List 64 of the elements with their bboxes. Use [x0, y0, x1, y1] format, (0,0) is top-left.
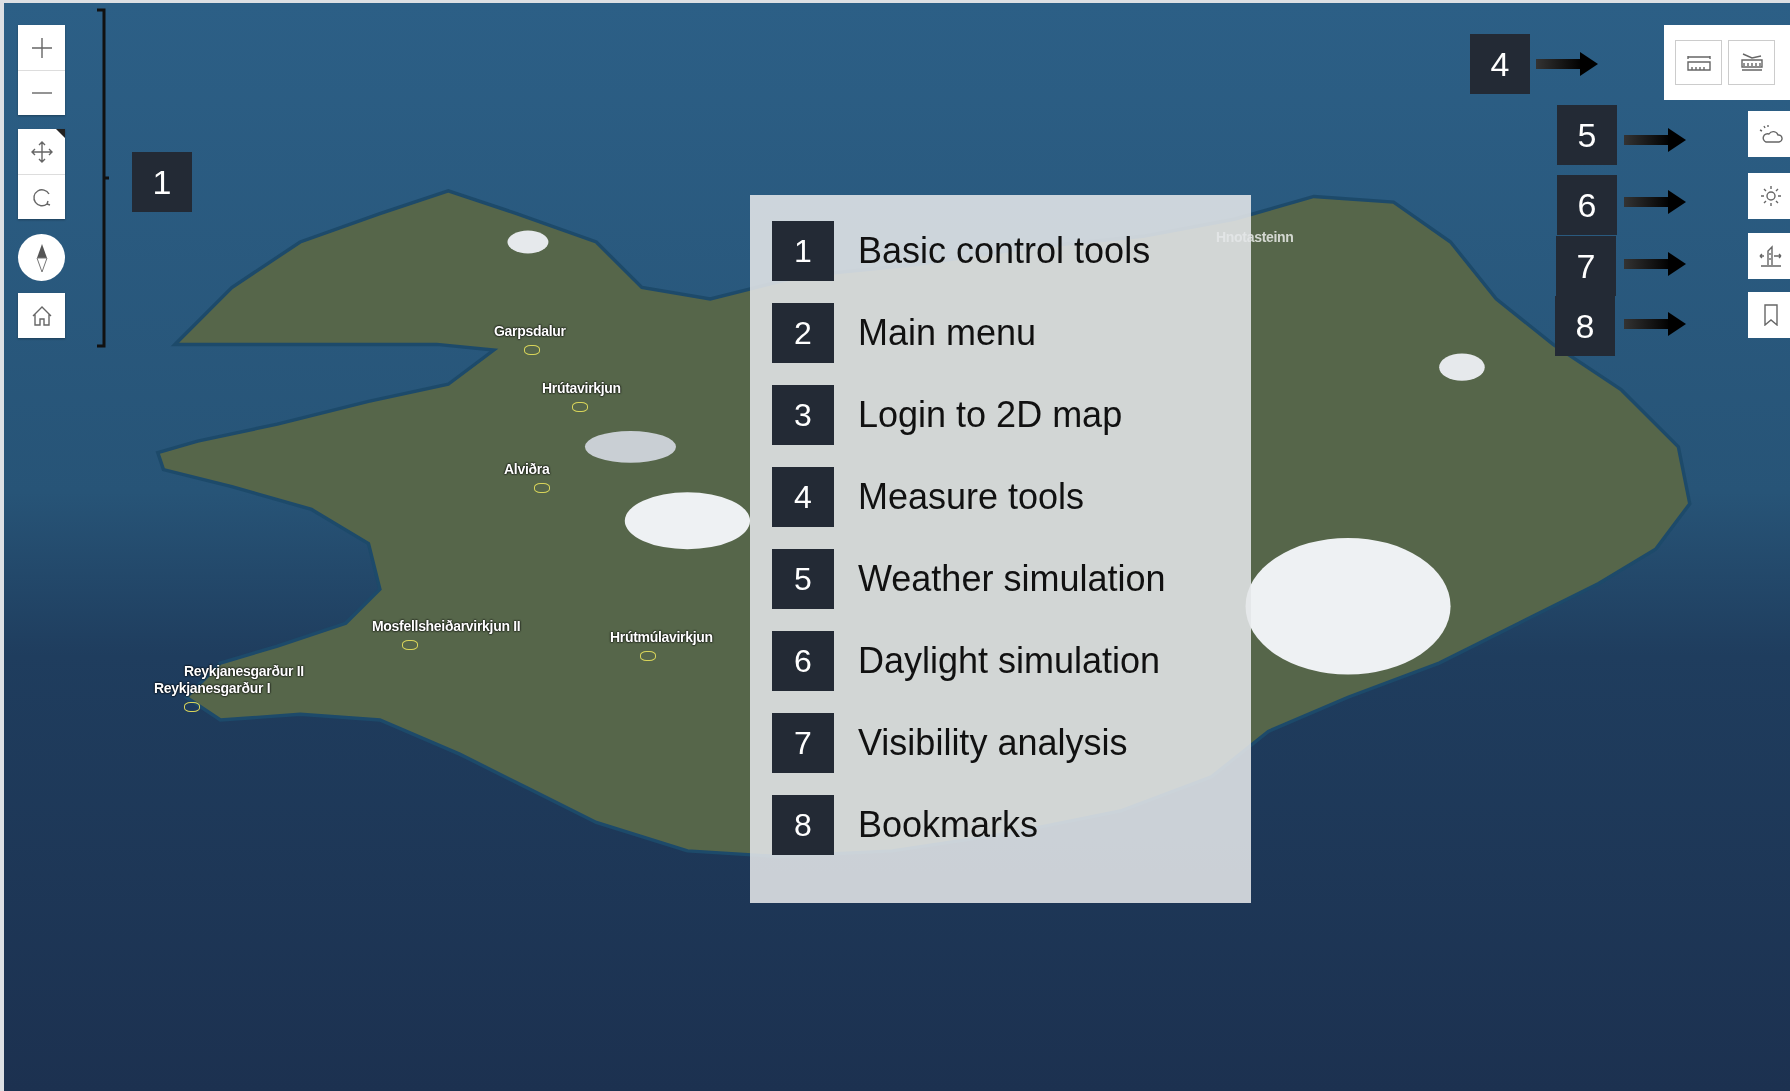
legend-number: 3 — [772, 385, 834, 445]
zoom-in-icon — [30, 36, 53, 59]
area-measure-button[interactable] — [1728, 40, 1775, 85]
home-icon — [30, 304, 53, 327]
callout-number: 1 — [132, 152, 192, 212]
legend-label: Basic control tools — [858, 230, 1151, 272]
sun-icon — [1760, 185, 1782, 207]
callout-number: 7 — [1556, 236, 1616, 296]
place-label: Garpsdalur — [494, 323, 566, 339]
callout-number: 5 — [1557, 105, 1617, 165]
site-outline-icon — [640, 651, 656, 661]
bookmarks-button[interactable] — [1748, 292, 1790, 338]
legend-label: Weather simulation — [858, 558, 1166, 600]
legend-number: 1 — [772, 221, 834, 281]
callout-number: 8 — [1555, 296, 1615, 356]
legend-number: 6 — [772, 631, 834, 691]
legend-number: 5 — [772, 549, 834, 609]
snow-patch — [1439, 353, 1485, 381]
pointer-arrow — [1536, 52, 1598, 76]
pointer-arrow — [1624, 312, 1686, 336]
legend-number: 8 — [772, 795, 834, 855]
place-label: Hrútavirkjun — [542, 380, 621, 396]
legend-label: Measure tools — [858, 476, 1085, 518]
place-label: Mosfellsheiðarvirkjun II — [372, 618, 521, 634]
site-outline-icon — [402, 640, 418, 650]
pointer-arrow — [1624, 128, 1686, 152]
zoom-in-button[interactable] — [18, 25, 65, 70]
legend-number: 2 — [772, 303, 834, 363]
snow-patch — [507, 230, 549, 254]
zoom-out-icon — [30, 91, 53, 95]
legend-label: Main menu — [858, 312, 1037, 354]
legend-label: Login to 2D map — [858, 394, 1123, 436]
legend-number: 7 — [772, 713, 834, 773]
legend-number: 4 — [772, 467, 834, 527]
home-button[interactable] — [18, 293, 65, 338]
legend-label: Bookmarks — [858, 804, 1039, 846]
place-label: Alviðra — [504, 461, 550, 477]
place-label: Reykjanesgarður II — [184, 663, 304, 679]
ruler-icon — [1686, 54, 1711, 71]
move-arrows-icon — [30, 140, 53, 163]
compass-button[interactable] — [18, 234, 65, 281]
rotate-button[interactable] — [18, 174, 65, 219]
site-outline-icon — [572, 402, 588, 412]
place-label: Reykjanesgarður I — [154, 680, 271, 696]
callout-number: 4 — [1470, 34, 1530, 94]
distance-measure-button[interactable] — [1675, 40, 1722, 85]
legend-label: Visibility analysis — [858, 722, 1128, 764]
pointer-arrow — [1624, 190, 1686, 214]
site-outline-icon — [524, 345, 540, 355]
bookmark-icon — [1763, 304, 1779, 326]
pan-button[interactable] — [18, 129, 65, 174]
pointer-arrow — [1624, 252, 1686, 276]
visibility-button[interactable] — [1748, 233, 1790, 279]
legend-label: Daylight simulation — [858, 640, 1161, 682]
sun-cloud-icon — [1759, 124, 1783, 144]
daylight-button[interactable] — [1748, 173, 1790, 219]
building-visibility-icon — [1759, 245, 1783, 267]
site-outline-icon — [184, 702, 200, 712]
callout-number: 6 — [1557, 175, 1617, 235]
place-label: Hrútmúlavirkjun — [610, 629, 713, 645]
compass-needle-icon — [34, 242, 49, 273]
weather-button[interactable] — [1748, 111, 1790, 157]
rotate-icon — [30, 186, 53, 208]
site-outline-icon — [534, 483, 550, 493]
